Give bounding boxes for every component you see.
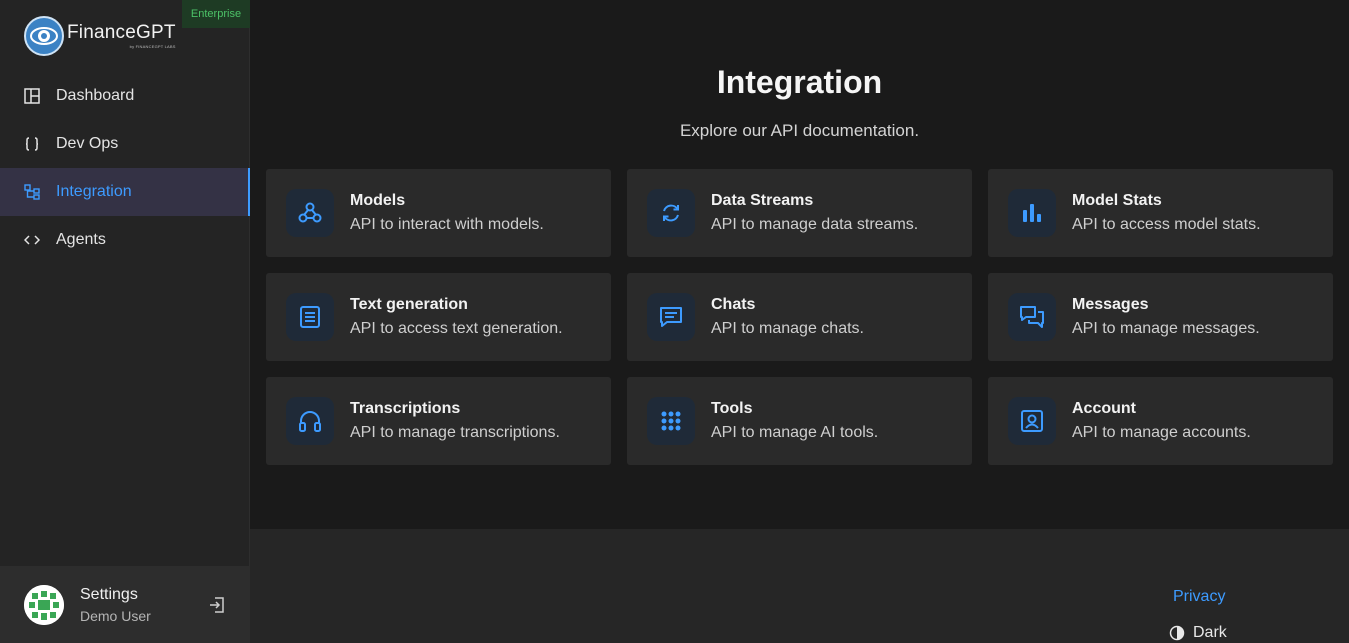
card-description: API to manage AI tools. [711, 424, 879, 441]
card-description: API to manage messages. [1072, 320, 1260, 337]
api-card-grid: Models API to interact with models. Data… [266, 169, 1333, 465]
hierarchy-icon [24, 184, 40, 200]
card-title: Tools [711, 400, 753, 417]
card-account[interactable]: Account API to manage accounts. [988, 377, 1333, 465]
settings-label: Settings [80, 586, 138, 603]
braces-icon [24, 136, 40, 152]
card-description: API to access text generation. [350, 320, 563, 337]
bar-chart-icon [1008, 189, 1056, 237]
card-tools[interactable]: Tools API to manage AI tools. [627, 377, 972, 465]
account-icon [1008, 397, 1056, 445]
footer: Privacy Dark [250, 529, 1349, 643]
card-data-streams[interactable]: Data Streams API to manage data streams. [627, 169, 972, 257]
main-content: Integration Explore our API documentatio… [250, 0, 1349, 529]
theme-toggle[interactable]: Dark [1169, 624, 1227, 642]
card-title: Data Streams [711, 192, 814, 209]
card-title: Model Stats [1072, 192, 1162, 209]
contrast-icon [1169, 625, 1185, 641]
card-messages[interactable]: Messages API to manage messages. [988, 273, 1333, 361]
card-description: API to manage accounts. [1072, 424, 1251, 441]
grid-icon [647, 397, 695, 445]
sidebar-item-label: Integration [56, 183, 132, 200]
refresh-icon [647, 189, 695, 237]
card-title: Models [350, 192, 406, 209]
messages-icon [1008, 293, 1056, 341]
user-name: Demo User [80, 608, 151, 624]
avatar[interactable] [24, 584, 64, 625]
card-transcriptions[interactable]: Transcriptions API to manage transcripti… [266, 377, 611, 465]
card-title: Text generation [350, 296, 468, 313]
sidebar-item-label: Dashboard [56, 87, 135, 104]
chat-icon [647, 293, 695, 341]
theme-label: Dark [1193, 624, 1227, 641]
headphones-icon [286, 397, 334, 445]
sidebar-item-dev-ops[interactable]: Dev Ops [0, 120, 250, 168]
logout-icon[interactable] [207, 595, 227, 615]
enterprise-badge: Enterprise [182, 0, 250, 28]
card-description: API to interact with models. [350, 216, 544, 233]
sidebar-item-agents[interactable]: Agents [0, 216, 250, 264]
card-description: API to manage chats. [711, 320, 864, 337]
layout-icon [24, 88, 40, 104]
page-subtitle: Explore our API documentation. [679, 121, 920, 140]
brand-name: FinanceGPT [67, 22, 176, 43]
sidebar: FinanceGPT by FINANCEGPT LABS Enterprise… [0, 0, 250, 643]
sidebar-item-integration[interactable]: Integration [0, 168, 250, 216]
sidebar-item-dashboard[interactable]: Dashboard [0, 72, 250, 120]
card-title: Messages [1072, 296, 1149, 313]
page-title: Integration [716, 64, 883, 100]
webhook-icon [286, 189, 334, 237]
user-panel[interactable]: Settings Demo User [0, 566, 250, 643]
sidebar-item-label: Agents [56, 231, 106, 248]
card-title: Account [1072, 400, 1136, 417]
card-description: API to manage data streams. [711, 216, 919, 233]
eye-logo-icon [24, 16, 64, 56]
card-title: Transcriptions [350, 400, 461, 417]
code-icon [24, 232, 40, 248]
document-icon [286, 293, 334, 341]
card-description: API to access model stats. [1072, 216, 1261, 233]
card-text-generation[interactable]: Text generation API to access text gener… [266, 273, 611, 361]
card-model-stats[interactable]: Model Stats API to access model stats. [988, 169, 1333, 257]
card-description: API to manage transcriptions. [350, 424, 560, 441]
sidebar-item-label: Dev Ops [56, 135, 119, 152]
sidebar-nav: Dashboard Dev Ops Integration Agents [0, 72, 250, 264]
card-chats[interactable]: Chats API to manage chats. [627, 273, 972, 361]
privacy-link[interactable]: Privacy [1173, 588, 1225, 606]
card-title: Chats [711, 296, 756, 313]
logo[interactable]: FinanceGPT by FINANCEGPT LABS [24, 16, 176, 56]
brand-tagline: by FINANCEGPT LABS [129, 44, 176, 49]
card-models[interactable]: Models API to interact with models. [266, 169, 611, 257]
